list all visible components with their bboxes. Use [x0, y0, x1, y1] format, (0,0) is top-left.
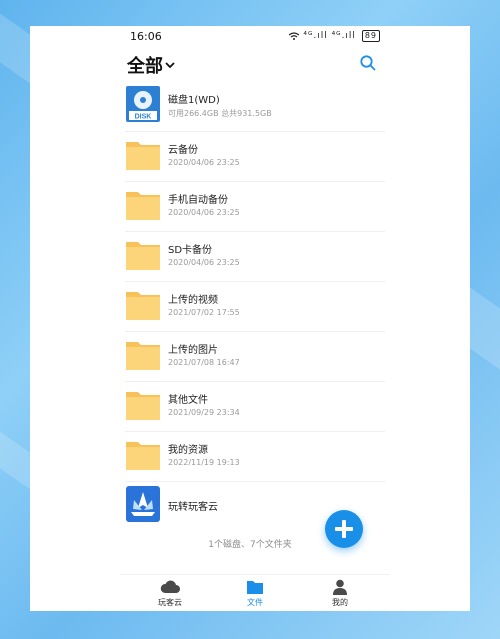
app-logo-icon	[126, 486, 160, 522]
status-bar: 16:06 ⁴ᴳ.ıll ⁴ᴳ.ıll 89	[130, 30, 380, 48]
person-icon	[333, 579, 347, 595]
page-title[interactable]: 全部	[127, 52, 163, 78]
list-item-sub: 2020/04/06 23:25	[168, 208, 240, 217]
list-item-name: 上传的视频	[168, 295, 218, 306]
list-item-name: 我的资源	[168, 445, 208, 456]
disk-icon: DISK	[126, 86, 160, 122]
tab-me[interactable]: 我的	[310, 579, 370, 608]
folder-icon	[126, 286, 160, 322]
list-item-sub: 2021/07/08 16:47	[168, 358, 240, 367]
list-item-sub: 2020/04/06 23:25	[168, 258, 240, 267]
list-item-name: 云备份	[168, 145, 198, 156]
folder-icon	[126, 136, 160, 172]
folder-icon	[126, 236, 160, 272]
list-item[interactable]: 手机自动备份 2020/04/06 23:25	[125, 182, 385, 232]
list-item-sub: 2021/09/29 23:34	[168, 408, 240, 417]
list-item[interactable]: SD卡备份 2020/04/06 23:25	[125, 232, 385, 282]
list-item-name: 磁盘1(WD)	[168, 95, 220, 106]
list-item[interactable]: DISK 磁盘1(WD) 可用266.4GB 总共931.5GB	[125, 82, 385, 132]
folder-icon	[126, 186, 160, 222]
signal-icon: ⁴ᴳ.ıll ⁴ᴳ.ıll	[303, 31, 356, 41]
list-item[interactable]: 我的资源 2022/11/19 19:13	[125, 432, 385, 482]
folder-icon	[126, 386, 160, 422]
list-item[interactable]: 其他文件 2021/09/29 23:34	[125, 382, 385, 432]
list-item[interactable]: 上传的视频 2021/07/02 17:55	[125, 282, 385, 332]
list-item-name: 玩转玩客云	[168, 502, 218, 513]
plus-icon-stroke	[342, 520, 346, 538]
list-item-sub: 2020/04/06 23:25	[168, 158, 240, 167]
list-summary: 1个磁盘、7个文件夹	[208, 540, 292, 550]
chevron-down-icon[interactable]	[164, 53, 176, 75]
search-icon[interactable]	[359, 54, 377, 72]
tab-label: 我的	[332, 598, 348, 607]
status-icons: ⁴ᴳ.ıll ⁴ᴳ.ıll 89	[289, 30, 380, 42]
list-item-name: 手机自动备份	[168, 195, 228, 206]
disk-icon-label: DISK	[135, 114, 152, 121]
list-item-sub: 可用266.4GB 总共931.5GB	[168, 109, 272, 118]
tab-files[interactable]: 文件	[225, 579, 285, 608]
status-time: 16:06	[130, 30, 162, 43]
list-item-sub: 2021/07/02 17:55	[168, 308, 240, 317]
folder-icon	[126, 336, 160, 372]
wifi-icon	[289, 31, 303, 41]
cloud-icon	[160, 580, 180, 593]
list-item[interactable]: 云备份 2020/04/06 23:25	[125, 132, 385, 182]
tab-wankeyun[interactable]: 玩客云	[140, 579, 200, 608]
list-item-name: 其他文件	[168, 395, 208, 406]
tab-label: 玩客云	[158, 598, 182, 607]
file-list: DISK 磁盘1(WD) 可用266.4GB 总共931.5GB 云备份 202…	[125, 82, 385, 531]
list-item-name: SD卡备份	[168, 245, 213, 256]
folder-icon	[126, 436, 160, 472]
list-item-name: 上传的图片	[168, 345, 218, 356]
add-button[interactable]	[325, 510, 363, 548]
header: 全部	[127, 50, 377, 80]
folder-icon	[247, 581, 263, 594]
tab-label: 文件	[247, 598, 263, 607]
phone-screen: 16:06 ⁴ᴳ.ıll ⁴ᴳ.ıll 89 全部 DISK 磁盘1(WD) 可…	[30, 26, 470, 611]
list-item-sub: 2022/11/19 19:13	[168, 458, 240, 467]
list-item[interactable]: 上传的图片 2021/07/08 16:47	[125, 332, 385, 382]
bottom-tab-bar: 玩客云 文件 我的	[120, 574, 390, 611]
battery-icon: 89	[361, 30, 380, 42]
